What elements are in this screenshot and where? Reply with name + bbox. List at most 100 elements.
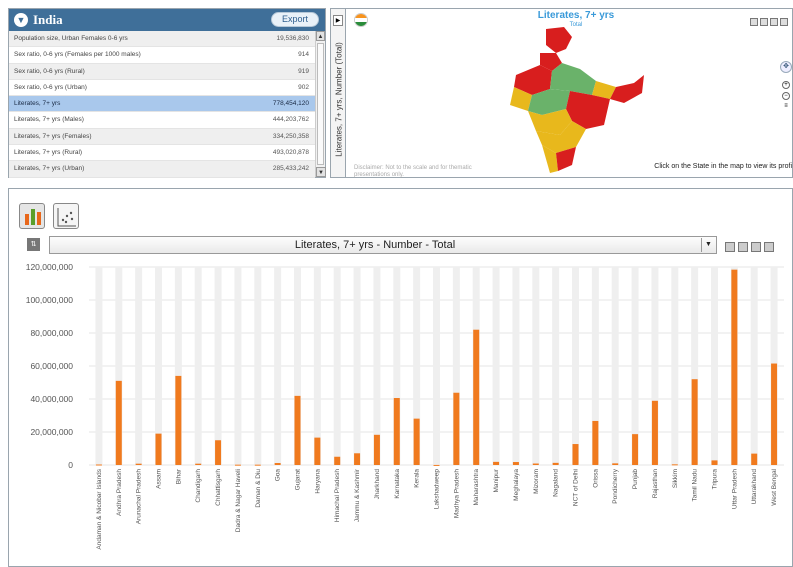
indicator-select[interactable]: Literates, 7+ yrs - Number - Total ▼ [49,236,717,254]
indicator-row[interactable]: Sex ratio, 0-6 yrs (Females per 1000 mal… [9,47,315,64]
x-tick-label: Karnataka [394,469,401,499]
indicator-value: 285,433,242 [272,165,309,173]
table-view-icon[interactable] [738,242,748,252]
indicator-row[interactable]: Literates, 7+ yrs (Urban) 285,433,242 [9,161,315,178]
bar[interactable] [215,440,222,465]
x-tick-label: Sikkim [672,469,679,488]
bar[interactable] [453,392,460,465]
indicator-value: 334,250,358 [272,132,309,140]
bar[interactable] [552,462,559,465]
scroll-thumb[interactable] [317,43,324,165]
indicator-strip: ▶ Literates, 7+ yrs, Number (Total) [330,8,346,178]
bar[interactable] [274,463,281,465]
map-region-northeast[interactable] [610,75,644,103]
bar[interactable] [751,453,758,465]
map-table-icon[interactable] [760,18,768,26]
bar[interactable] [651,400,658,465]
bar[interactable] [771,363,778,465]
bar[interactable] [512,462,519,465]
expand-icon[interactable] [751,242,761,252]
legend-icon[interactable]: ≡ [782,103,790,111]
x-tick-label: Gujarat [295,469,302,491]
bar[interactable] [234,464,241,466]
bar[interactable] [135,463,142,465]
scroll-up-icon[interactable]: ▲ [316,31,325,41]
indicator-row[interactable]: Literates, 7+ yrs 778,454,120 [9,96,315,113]
list-scrollbar[interactable]: ▲ ▼ [315,31,326,177]
x-tick-label: Arunachal Pradesh [136,469,143,525]
bar[interactable] [433,464,440,466]
bar[interactable] [711,460,718,465]
x-tick-label: Pondicherry [612,468,619,503]
bar-track [572,267,579,465]
bar[interactable] [473,329,480,465]
bar[interactable] [532,463,539,465]
bar[interactable] [373,434,380,465]
bar[interactable] [115,380,122,465]
indicator-label: Sex ratio, 0-6 yrs (Females per 1000 mal… [14,51,141,59]
expand-arrow-icon[interactable]: ▶ [333,15,343,26]
export-button[interactable]: Export [271,12,319,27]
bar[interactable] [691,379,698,465]
indicator-label: Literates, 7+ yrs [14,100,61,108]
map-region-north[interactable] [546,27,572,53]
chevron-down-icon[interactable]: ▼ [14,13,28,27]
scatter-chart-type-button[interactable] [53,203,79,229]
dropdown-arrow-icon[interactable]: ▼ [701,238,715,252]
y-tick-label: 20,000,000 [30,427,73,437]
bar[interactable] [671,464,678,466]
bar[interactable] [612,463,619,465]
bar-track [433,267,440,465]
indicator-row[interactable]: Literates, 7+ yrs (Males) 444,203,762 [9,112,315,129]
sort-icon[interactable]: ⇅ [27,238,40,251]
bar-track [234,267,242,465]
bar[interactable] [175,375,182,465]
indicator-row[interactable]: Sex ratio, 0-6 yrs (Rural) 919 [9,63,315,80]
india-flag-icon [354,13,368,27]
bar[interactable] [632,434,639,465]
bar[interactable] [493,461,500,465]
indicator-select-value: Literates, 7+ yrs - Number - Total [294,239,456,251]
x-tick-label: Dadra & Nagar Haveli [235,469,242,532]
map-expand-icon[interactable] [750,18,758,26]
indicator-row[interactable]: Population size, Urban Females 0-6 yrs 19… [9,31,315,48]
bar-chart-type-button[interactable] [19,203,45,229]
settings-icon[interactable] [764,242,774,252]
x-tick-label: Meghalaya [513,469,520,501]
indicator-row[interactable]: Sex ratio, 0-6 yrs (Urban) 902 [9,80,315,97]
bar[interactable] [254,464,261,466]
bar-track [353,267,361,465]
bar[interactable] [393,398,400,465]
map-settings-icon[interactable] [780,18,788,26]
scroll-down-icon[interactable]: ▼ [316,167,326,177]
bar[interactable] [731,269,738,465]
bar[interactable] [95,464,102,466]
bar-track [135,267,143,465]
x-tick-label: Rajasthan [652,469,659,499]
map-export-icon[interactable] [770,18,778,26]
bar[interactable] [195,463,202,465]
bar[interactable] [592,420,599,465]
zoom-out-icon[interactable]: − [782,92,790,100]
x-tick-label: Uttar Pradesh [731,469,738,509]
x-tick-label: Andaman & Nicobar Islands [96,468,103,549]
bar[interactable] [334,456,341,465]
bar[interactable] [413,418,420,465]
bar[interactable] [155,433,162,465]
map-panel: Literates, 7+ yrs Total ✥ + − ≡ Disclaim [346,8,793,178]
bar-track [492,267,500,465]
bar[interactable] [294,395,301,465]
x-tick-label: Daman & Diu [255,469,262,508]
bar[interactable] [354,453,361,465]
pan-icon[interactable]: ✥ [780,61,792,73]
info-icon[interactable] [725,242,735,252]
bar[interactable] [314,437,321,465]
map-navigation: ✥ + − ≡ [780,61,792,114]
bar-track [552,267,560,465]
zoom-in-icon[interactable]: + [782,81,790,89]
scatter-chart-icon [57,208,76,227]
bar[interactable] [572,444,579,465]
indicator-row[interactable]: Literates, 7+ yrs (Rural) 493,020,878 [9,145,315,162]
indicator-row[interactable]: Literates, 7+ yrs (Females) 334,250,358 [9,128,315,146]
india-map[interactable] [506,25,646,175]
